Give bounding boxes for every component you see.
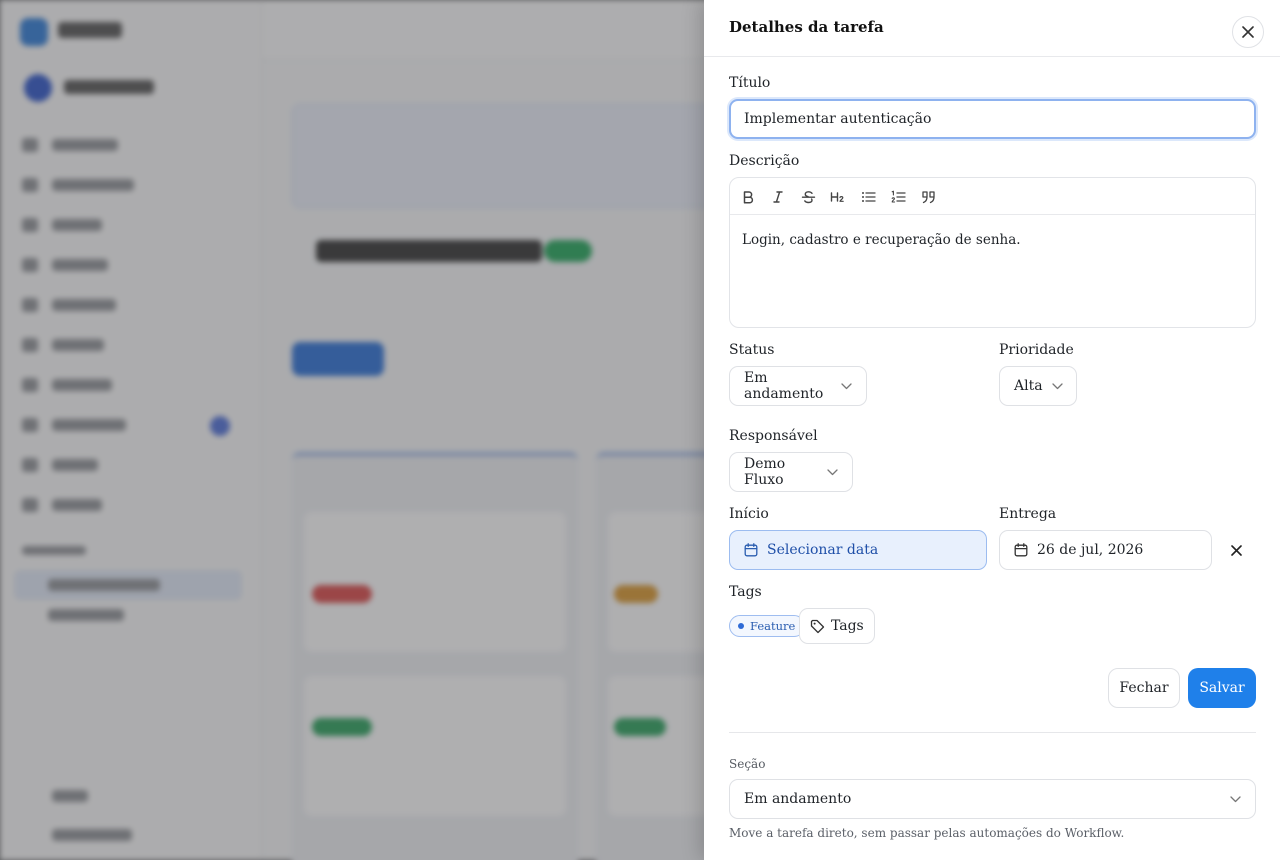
section-help-text: Move a tarefa direto, sem passar pelas a… — [729, 826, 1125, 840]
clear-due-date-button[interactable] — [1226, 540, 1246, 560]
calendar-icon — [744, 543, 758, 557]
priority-value: Alta — [1014, 378, 1043, 394]
ordered-list-button[interactable] — [887, 186, 909, 208]
bold-button[interactable] — [737, 186, 759, 208]
assignee-select[interactable]: Demo Fluxo — [729, 452, 853, 492]
description-label: Descrição — [729, 153, 800, 169]
due-date-value: 26 de jul, 2026 — [1037, 542, 1144, 558]
assignee-label: Responsável — [729, 428, 818, 444]
close-drawer-button[interactable] — [1232, 16, 1264, 48]
bold-icon — [743, 191, 754, 204]
description-editor: Login, cadastro e recuperação de senha. — [729, 177, 1256, 328]
start-date-value: Selecionar data — [767, 542, 879, 558]
calendar-icon — [1014, 543, 1028, 557]
strikethrough-icon — [801, 191, 815, 204]
tag-icon — [810, 619, 825, 634]
section-label: Seção — [729, 757, 766, 771]
add-tags-button[interactable]: Tags — [799, 608, 875, 644]
italic-button[interactable] — [767, 186, 789, 208]
priority-select[interactable]: Alta — [999, 366, 1077, 406]
start-date-label: Início — [729, 506, 769, 522]
close-icon — [1230, 544, 1242, 556]
ordered-list-icon — [891, 190, 906, 203]
heading-2-button[interactable] — [827, 186, 849, 208]
tag-label: Feature — [750, 619, 796, 633]
close-button[interactable]: Fechar — [1108, 668, 1180, 708]
section-value: Em andamento — [744, 791, 852, 807]
task-details-drawer: Detalhes da tarefa Título Descrição — [704, 0, 1280, 860]
drawer-title: Detalhes da tarefa — [729, 18, 884, 36]
tags-button-label: Tags — [831, 618, 864, 634]
due-date-label: Entrega — [999, 506, 1057, 522]
chevron-down-icon — [1051, 382, 1063, 390]
priority-label: Prioridade — [999, 342, 1074, 358]
status-select[interactable]: Em andamento — [729, 366, 867, 406]
section-divider — [729, 732, 1256, 733]
save-button[interactable]: Salvar — [1188, 668, 1256, 708]
drawer-header: Detalhes da tarefa — [704, 0, 1280, 57]
section-select[interactable]: Em andamento — [729, 779, 1256, 819]
status-label: Status — [729, 342, 775, 358]
heading-2-icon — [830, 192, 844, 202]
close-icon — [1242, 26, 1254, 38]
description-content[interactable]: Login, cadastro e recuperação de senha. — [742, 232, 1021, 248]
chevron-down-icon — [1230, 791, 1241, 807]
tag-color-dot — [738, 623, 744, 629]
tags-label: Tags — [729, 584, 762, 600]
status-value: Em andamento — [744, 370, 824, 402]
assignee-value: Demo Fluxo — [744, 456, 786, 488]
title-label: Título — [729, 75, 771, 91]
bullet-list-button[interactable] — [857, 186, 879, 208]
editor-toolbar — [730, 178, 1255, 215]
strikethrough-button[interactable] — [797, 186, 819, 208]
chevron-down-icon — [841, 382, 852, 390]
italic-icon — [773, 191, 783, 203]
due-date-picker[interactable]: 26 de jul, 2026 — [999, 530, 1212, 570]
start-date-picker[interactable]: Selecionar data — [729, 530, 987, 570]
quote-button[interactable] — [917, 186, 939, 208]
title-input[interactable] — [729, 99, 1256, 139]
tag-chip-feature[interactable]: Feature — [729, 615, 806, 637]
chevron-down-icon — [827, 468, 838, 476]
bullet-list-icon — [861, 192, 876, 202]
quote-icon — [921, 191, 935, 204]
